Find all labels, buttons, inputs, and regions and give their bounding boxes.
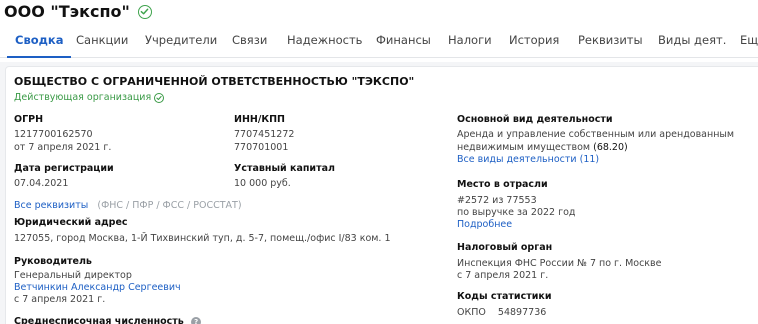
employees-label-text: Среднесписочная численность [14, 316, 184, 324]
tab-taxes[interactable]: Налоги [448, 26, 492, 58]
activity-line1: Аренда и управление собственным или арен… [457, 129, 735, 140]
tab-finance[interactable]: Финансы [376, 26, 431, 58]
all-activities-link[interactable]: Все виды деятельности (11) [457, 154, 599, 165]
ogrn-value: 1217700162570 [14, 129, 93, 140]
tab-activities[interactable]: Виды деят. [658, 26, 726, 58]
tax-value: Инспекция ФНС России № 7 по г. Москве [457, 258, 662, 269]
tab-summary[interactable]: Сводка [6, 26, 73, 58]
kpp-value: 770701001 [234, 142, 289, 153]
tax-date: с 7 апреля 2021 г. [457, 270, 549, 281]
tab-sanctions[interactable]: Санкции [76, 26, 128, 58]
tab-connections[interactable]: Связи [232, 26, 267, 58]
manager-date: с 7 апреля 2021 г. [14, 294, 106, 305]
capital-label: Уставный капитал [234, 163, 335, 174]
tab-history[interactable]: История [509, 26, 559, 58]
ogrn-label: ОГРН [14, 114, 44, 125]
status-text: Действующая организация [14, 92, 152, 103]
activity-line2-text: недвижимым имуществом [457, 142, 591, 153]
status-check-icon [154, 92, 165, 103]
address-label: Юридический адрес [14, 217, 128, 228]
capital-value: 10 000 руб. [234, 178, 291, 189]
status-badge: Действующая организация [14, 92, 165, 103]
industry-basis: по выручке за 2022 год [457, 207, 576, 218]
reg-date-value: 07.04.2021 [14, 178, 69, 189]
manager-label: Руководитель [14, 256, 92, 267]
full-company-name: ОБЩЕСТВО С ОГРАНИЧЕННОЙ ОТВЕТСТВЕННОСТЬЮ… [14, 75, 415, 88]
tab-more[interactable]: Еще [740, 26, 758, 58]
tab-founders[interactable]: Учредители [145, 26, 217, 58]
industry-label: Место в отрасли [457, 179, 548, 190]
company-title: ООО "Тэкспо" [4, 2, 152, 21]
tab-reliability[interactable]: Надежность [287, 26, 362, 58]
address-value: 127055, город Москва, 1-Й Тихвинский туп… [14, 233, 391, 244]
activity-label: Основной вид деятельности [457, 114, 613, 125]
industry-more-link[interactable]: Подробнее [457, 219, 512, 230]
industry-rank: #2572 из 77553 [457, 195, 537, 206]
verified-check-icon [137, 4, 152, 19]
page-header: ООО "Тэкспо" Сводка Санкции Учредители С… [0, 0, 758, 62]
tab-bar: Сводка Санкции Учредители Связи Надежнос… [0, 26, 758, 58]
company-title-text: ООО "Тэкспо" [4, 2, 130, 21]
tab-requisites[interactable]: Реквизиты [578, 26, 643, 58]
employees-label: Среднесписочная численность ? [14, 316, 202, 324]
stats-label: Коды статистики [457, 291, 552, 302]
manager-name-link[interactable]: Ветчинкин Александр Сергеевич [14, 282, 181, 293]
inn-kpp-label: ИНН/КПП [234, 114, 285, 125]
requisites-sources: (ФНС / ПФР / ФСС / РОССТАТ) [97, 200, 242, 211]
activity-code: (68.20) [593, 142, 628, 153]
summary-card: ОБЩЕСТВО С ОГРАНИЧЕННОЙ ОТВЕТСТВЕННОСТЬЮ… [5, 66, 758, 324]
okpo-value: ОКПО 54897736 [457, 307, 547, 318]
activity-line2: недвижимым имуществом (68.20) [457, 142, 628, 154]
tax-label: Налоговый орган [457, 242, 553, 253]
inn-value: 7707451272 [234, 129, 295, 140]
all-requisites-link[interactable]: Все реквизиты [14, 200, 88, 211]
ogrn-date: от 7 апреля 2021 г. [14, 142, 112, 153]
manager-position: Генеральный директор [14, 270, 132, 281]
info-icon[interactable]: ? [191, 316, 202, 324]
reg-date-label: Дата регистрации [14, 163, 114, 174]
requisites-row: Все реквизиты (ФНС / ПФР / ФСС / РОССТАТ… [14, 193, 242, 212]
